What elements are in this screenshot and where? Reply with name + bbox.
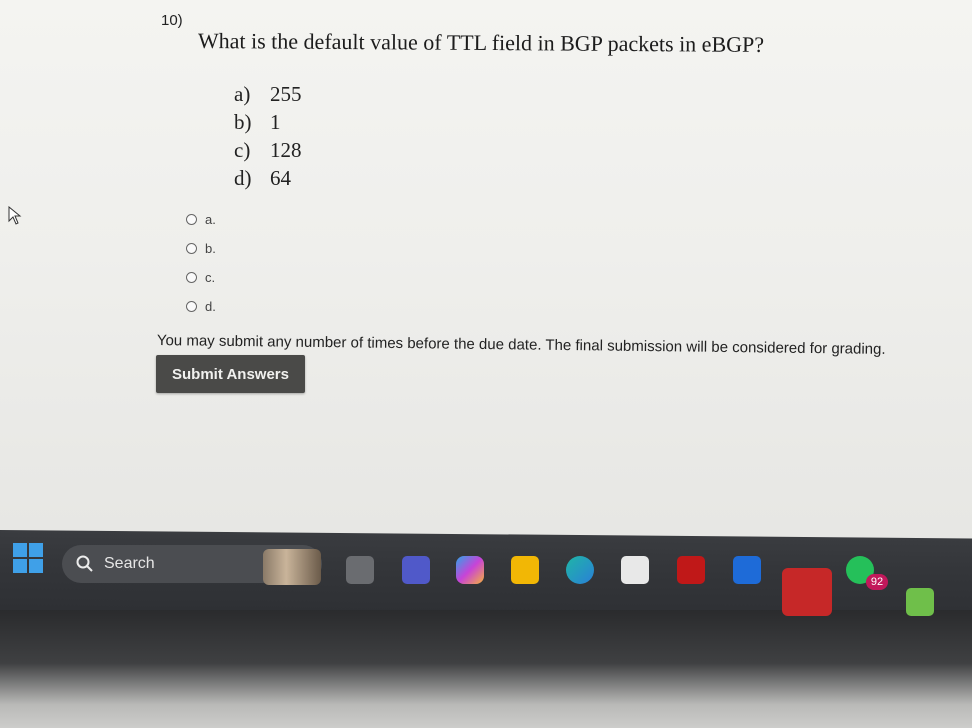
- option-b: b) 1: [234, 108, 302, 136]
- option-d: d) 64: [234, 164, 302, 192]
- mcafee-icon[interactable]: [677, 556, 705, 584]
- radio-button-b[interactable]: [186, 243, 197, 254]
- option-value: 64: [270, 166, 291, 190]
- answer-label: c.: [205, 270, 216, 285]
- edge-icon[interactable]: [566, 556, 594, 584]
- file-explorer-icon[interactable]: [511, 556, 539, 584]
- opera-icon[interactable]: [782, 568, 832, 616]
- monitor-bezel: [0, 610, 972, 728]
- search-icon: [76, 555, 93, 572]
- answer-label: d.: [205, 299, 216, 314]
- answer-choice-b[interactable]: b.: [186, 234, 216, 263]
- option-c: c) 128: [234, 136, 302, 164]
- radio-button-c[interactable]: [186, 272, 197, 283]
- option-a: a) 255: [234, 80, 302, 108]
- mouse-cursor-icon: [8, 206, 22, 225]
- answer-label: b.: [205, 241, 216, 256]
- option-letter: a): [234, 82, 251, 106]
- answer-radio-group: a. b. c. d.: [186, 205, 216, 321]
- answer-choice-a[interactable]: a.: [186, 205, 216, 234]
- answer-label: a.: [205, 212, 216, 227]
- teams-icon[interactable]: [402, 556, 430, 584]
- option-letter: b): [234, 110, 252, 134]
- question-text: What is the default value of TTL field i…: [197, 28, 765, 57]
- question-number: 10): [161, 12, 183, 29]
- notification-badge: 92: [866, 574, 888, 590]
- copilot-icon[interactable]: [456, 556, 484, 584]
- windows-start-icon[interactable]: [13, 543, 43, 573]
- quiz-page: 10) What is the default value of TTL fie…: [0, 0, 972, 560]
- radio-button-a[interactable]: [186, 214, 197, 225]
- option-list: a) 255 b) 1 c) 128 d) 64: [234, 80, 302, 192]
- search-highlight-image[interactable]: [263, 549, 321, 585]
- task-view-icon[interactable]: [346, 556, 374, 584]
- dropbox-icon[interactable]: [733, 556, 761, 584]
- microsoft-store-icon[interactable]: [621, 556, 649, 584]
- option-letter: c): [234, 138, 251, 162]
- search-label: Search: [104, 555, 155, 572]
- submit-answers-button[interactable]: Submit Answers: [156, 355, 305, 393]
- photos-icon[interactable]: [906, 588, 934, 616]
- option-value: 1: [270, 110, 281, 134]
- answer-choice-d[interactable]: d.: [186, 292, 216, 321]
- option-value: 128: [270, 138, 302, 162]
- radio-button-d[interactable]: [186, 301, 197, 312]
- option-letter: d): [234, 166, 252, 190]
- option-value: 255: [270, 82, 302, 106]
- answer-choice-c[interactable]: c.: [186, 263, 216, 292]
